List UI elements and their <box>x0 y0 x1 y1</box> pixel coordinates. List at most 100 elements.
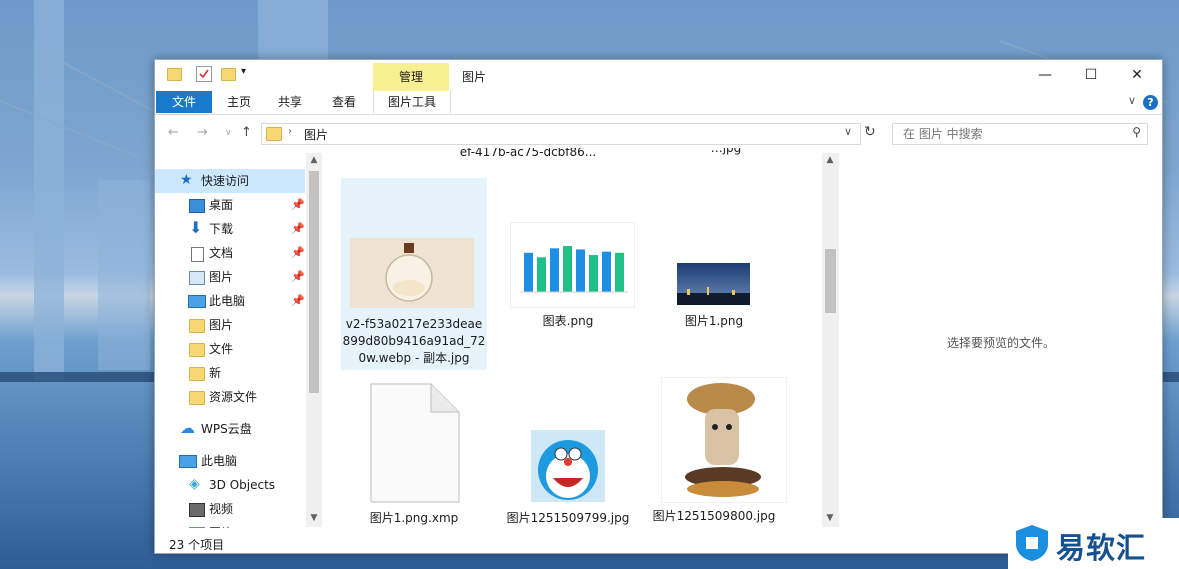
city-building <box>98 180 150 370</box>
sidebar-item-videos[interactable]: 视频 <box>155 497 305 521</box>
chart-thumb-bar <box>550 248 559 292</box>
pin-icon[interactable]: 📌 <box>291 289 305 313</box>
file-name: 图片1.png <box>684 314 744 328</box>
file-item-picture1[interactable]: 图片1.png <box>641 263 787 333</box>
maximize-button[interactable]: ☐ <box>1068 60 1114 90</box>
tab-share[interactable]: 共享 <box>270 91 310 113</box>
tab-view[interactable]: 查看 <box>324 91 364 113</box>
chart-thumb-bar <box>602 251 611 292</box>
navigation-pane: ★ 快速访问 桌面 📌 ⬇ 下载 📌 文档 📌 图片 📌 此电脑 📌 图片 文件… <box>155 153 321 528</box>
file-item-selected[interactable]: v2-f53a0217e233deae 899d80b9416a91ad_72 … <box>341 178 487 370</box>
file-item-partial-1[interactable]: ef-417b-ac75-dcbf86... <box>455 148 601 180</box>
chart-thumbnail <box>510 222 635 308</box>
sidebar-item-folder-resources[interactable]: 资源文件 <box>155 385 305 409</box>
folder-icon[interactable] <box>167 68 182 81</box>
properties-icon[interactable] <box>196 66 212 82</box>
search-input[interactable] <box>901 126 1125 142</box>
close-button[interactable]: ✕ <box>1114 60 1160 90</box>
sidebar-item-label: 新 <box>209 366 222 380</box>
search-icon[interactable]: ⚲ <box>1132 125 1141 139</box>
night-skyline-thumbnail <box>677 263 750 305</box>
perfume-bottle-thumbnail <box>350 238 474 308</box>
sidebar-item-label: WPS云盘 <box>201 422 252 436</box>
sidebar-item-desktop[interactable]: 桌面 📌 <box>155 193 305 217</box>
sidebar-item-label: 此电脑 <box>209 294 246 308</box>
up-arrow-icon[interactable]: ↑ <box>241 125 252 140</box>
address-dropdown-icon[interactable]: ∨ <box>844 125 852 138</box>
tab-file[interactable]: 文件 <box>156 91 212 113</box>
sidebar-item-computer[interactable]: 此电脑 <box>155 449 305 473</box>
chart-thumb-bar <box>563 246 572 292</box>
content-scrollbar[interactable]: ▲ ▼ <box>822 153 839 527</box>
scroll-down-icon[interactable]: ▼ <box>823 513 837 523</box>
file-name: 图片1.png.xmp <box>369 511 459 525</box>
sidebar-item-this-pc[interactable]: 此电脑 📌 <box>155 289 305 313</box>
file-item-xmp[interactable]: 图片1.png.xmp <box>341 380 487 528</box>
sidebar-item-documents[interactable]: 文档 📌 <box>155 241 305 265</box>
folder-icon <box>189 343 205 357</box>
file-list: ef-417b-ac75-dcbf86... …jpg v2-f53a0217e… <box>323 148 840 528</box>
sidebar-scrollbar[interactable]: ▲ ▼ <box>306 153 322 527</box>
pin-icon[interactable]: 📌 <box>291 193 305 217</box>
download-icon: ⬇ <box>189 218 203 237</box>
recent-locations-icon[interactable]: ∨ <box>225 128 232 138</box>
scroll-up-icon[interactable]: ▲ <box>823 155 837 165</box>
customize-toolbar-icon[interactable]: ▾ <box>241 66 246 84</box>
refresh-icon[interactable]: ↻ <box>864 124 876 140</box>
file-item-cat-burger[interactable]: 图片1251509800.jpg <box>641 376 787 528</box>
sidebar-item-quick-access[interactable]: ★ 快速访问 <box>155 169 305 193</box>
sidebar-item-folder-new[interactable]: 新 <box>155 361 305 385</box>
sidebar-item-wps-cloud[interactable]: ☁ WPS云盘 <box>155 417 305 441</box>
pictures-icon <box>189 527 205 528</box>
sidebar-item-3d-objects[interactable]: ◈ 3D Objects <box>155 473 305 497</box>
chart-thumb-bar <box>524 252 533 292</box>
file-name: 图片1251509799.jpg <box>506 511 630 525</box>
navigation-bar: ← → ∨ ↑ › 图片 ∨ ↻ ⚲ <box>155 120 1162 148</box>
bridge-tower-left <box>34 0 64 380</box>
sidebar-item-downloads[interactable]: ⬇ 下载 📌 <box>155 217 305 241</box>
window-title: 图片 <box>462 70 487 84</box>
bridge-cable <box>0 100 140 159</box>
address-bar[interactable]: › 图片 ∨ <box>261 123 861 145</box>
pin-icon[interactable]: 📌 <box>291 241 305 265</box>
scroll-down-icon[interactable]: ▼ <box>307 513 321 523</box>
minimize-button[interactable]: — <box>1022 60 1068 90</box>
back-arrow-icon[interactable]: ← <box>168 125 179 140</box>
chevron-down-icon[interactable]: ∨ <box>1128 94 1136 107</box>
content-scroll-thumb[interactable] <box>825 249 836 313</box>
bridge-tower-mid <box>258 0 328 60</box>
sidebar-item-folder-pictures[interactable]: 图片 <box>155 313 305 337</box>
tab-home[interactable]: 主页 <box>219 91 259 113</box>
sidebar-item-folder-files[interactable]: 文件 <box>155 337 305 361</box>
chart-thumb-bar <box>615 252 624 292</box>
file-item-partial-2[interactable]: …jpg <box>653 148 799 160</box>
file-item-doraemon[interactable]: 图片1251509799.jpg <box>495 428 641 528</box>
pin-icon[interactable]: 📌 <box>291 217 305 241</box>
help-icon[interactable]: ? <box>1143 95 1158 110</box>
breadcrumb-separator-icon: › <box>288 126 292 137</box>
folder-icon <box>189 367 205 381</box>
tab-manage[interactable]: 管理 <box>373 63 449 91</box>
doraemon-thumbnail <box>531 430 605 502</box>
sidebar-item-pc-pictures[interactable]: 图片 <box>155 521 305 528</box>
folder-icon <box>189 319 205 333</box>
search-box[interactable]: ⚲ <box>892 123 1148 145</box>
sidebar-item-label: 此电脑 <box>201 454 238 468</box>
sidebar-item-pictures[interactable]: 图片 📌 <box>155 265 305 289</box>
star-icon: ★ <box>180 172 193 188</box>
explorer-window: ▾ 管理 图片 — ☐ ✕ 文件 主页 共享 查看 图片工具 ∨ ? ← → ∨… <box>154 59 1163 554</box>
scroll-up-icon[interactable]: ▲ <box>307 155 321 165</box>
sidebar-scroll-thumb[interactable] <box>309 171 319 393</box>
sidebar-item-label: 文档 <box>209 246 234 260</box>
forward-arrow-icon[interactable]: → <box>197 125 208 140</box>
tab-picture-tools[interactable]: 图片工具 <box>373 91 451 113</box>
file-name: …jpg <box>710 148 742 155</box>
sidebar-item-label: 图片 <box>209 270 234 284</box>
file-item-chart[interactable]: 图表.png <box>495 220 641 330</box>
chart-thumb-bar <box>576 249 585 292</box>
pin-icon[interactable]: 📌 <box>291 265 305 289</box>
desktop-icon <box>189 199 205 213</box>
file-name: ef-417b-ac75-dcbf86... <box>459 148 597 159</box>
new-folder-icon[interactable] <box>221 68 236 81</box>
title-bar: ▾ 管理 图片 — ☐ ✕ <box>155 60 1162 91</box>
